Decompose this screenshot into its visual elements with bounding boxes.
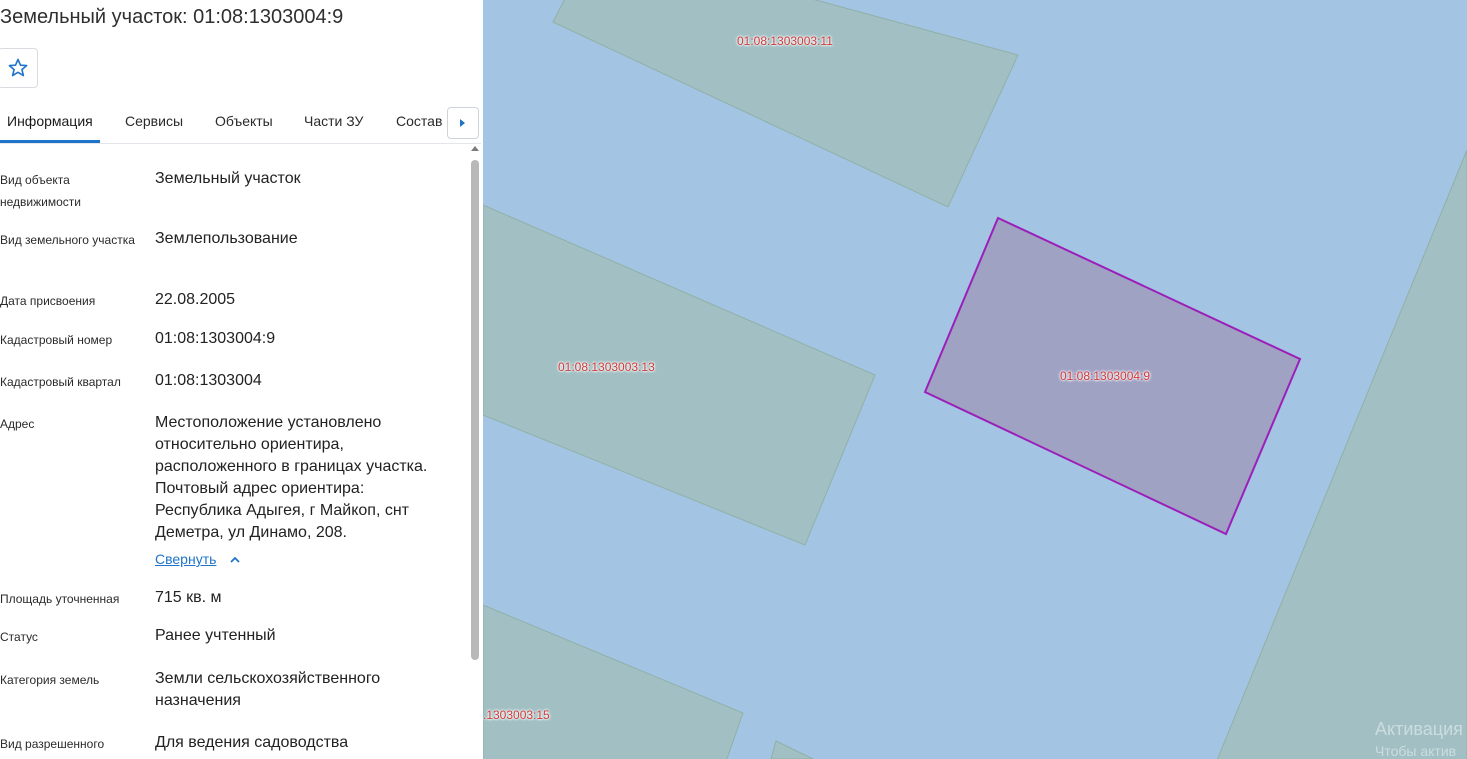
field-value: Земли сельскохозяйственного назначения [155,670,381,709]
field-value: 01:08:1303004:9 [155,330,276,347]
selected-parcel-label: 01:08:1303004:9 [1060,369,1151,383]
field-value: Землепользование [155,230,298,247]
scroll-up-arrow-icon[interactable] [471,146,479,151]
field-label: Дата присвоения [0,294,96,308]
tab-bar: Информация Сервисы Объекты Части ЗУ Сост… [0,104,481,144]
field-value: Земельный участок [155,170,301,187]
star-outline-icon [8,58,28,77]
tab-objects[interactable]: Объекты [215,113,273,129]
activation-watermark: Активация [1375,719,1463,739]
cadastral-map[interactable]: 01:08:1303003:11 01:08:1303003:13 01:08:… [483,0,1467,759]
field-label: Площадь уточненная [0,592,120,606]
field-value: 22.08.2005 [155,291,236,308]
tab-information[interactable]: Информация [7,113,93,129]
scrollbar-thumb[interactable] [471,160,479,660]
parcel-label: 01:08:1303003:11 [737,34,833,48]
favorite-button[interactable] [0,48,38,88]
page-title: Земельный участок: 01:08:1303004:9 [0,6,344,28]
field-label: Вид земельного участка [0,233,135,247]
field-label: Вид объекта недвижимости [0,173,81,209]
field-value: 715 кв. м [155,589,222,606]
tab-land-parts[interactable]: Части ЗУ [304,113,363,129]
field-value: Для ведения садоводства [155,734,349,751]
active-tab-indicator [0,140,100,143]
map-canvas[interactable] [483,0,1467,759]
field-label: Кадастровый номер [0,333,113,347]
info-panel: Земельный участок: 01:08:1303004:9 Инфор… [0,0,483,759]
tab-services[interactable]: Сервисы [125,113,183,129]
parcel-label: .1303003:15 [483,708,550,722]
field-value: Ранее учтенный [155,627,276,644]
field-label: Адрес [0,417,35,431]
field-label: Вид разрешенного [0,737,105,751]
tabs-next-button[interactable] [447,107,479,139]
field-label: Статус [0,630,38,644]
chevron-up-icon[interactable] [229,554,241,566]
field-value: 01:08:1303004 [155,372,262,389]
scrollbar[interactable] [469,146,481,759]
collapse-link[interactable]: Свернуть [155,551,216,567]
address-value: Местоположение установлено относительно … [155,414,428,541]
field-label: Кадастровый квартал [0,375,121,389]
activation-watermark-sub: Чтобы актив [1375,743,1457,759]
chevron-right-icon [460,119,465,127]
parcel-label: 01:08:1303003:13 [558,360,655,374]
field-label: Категория земель [0,673,100,687]
tab-composition[interactable]: Состав [396,113,442,129]
